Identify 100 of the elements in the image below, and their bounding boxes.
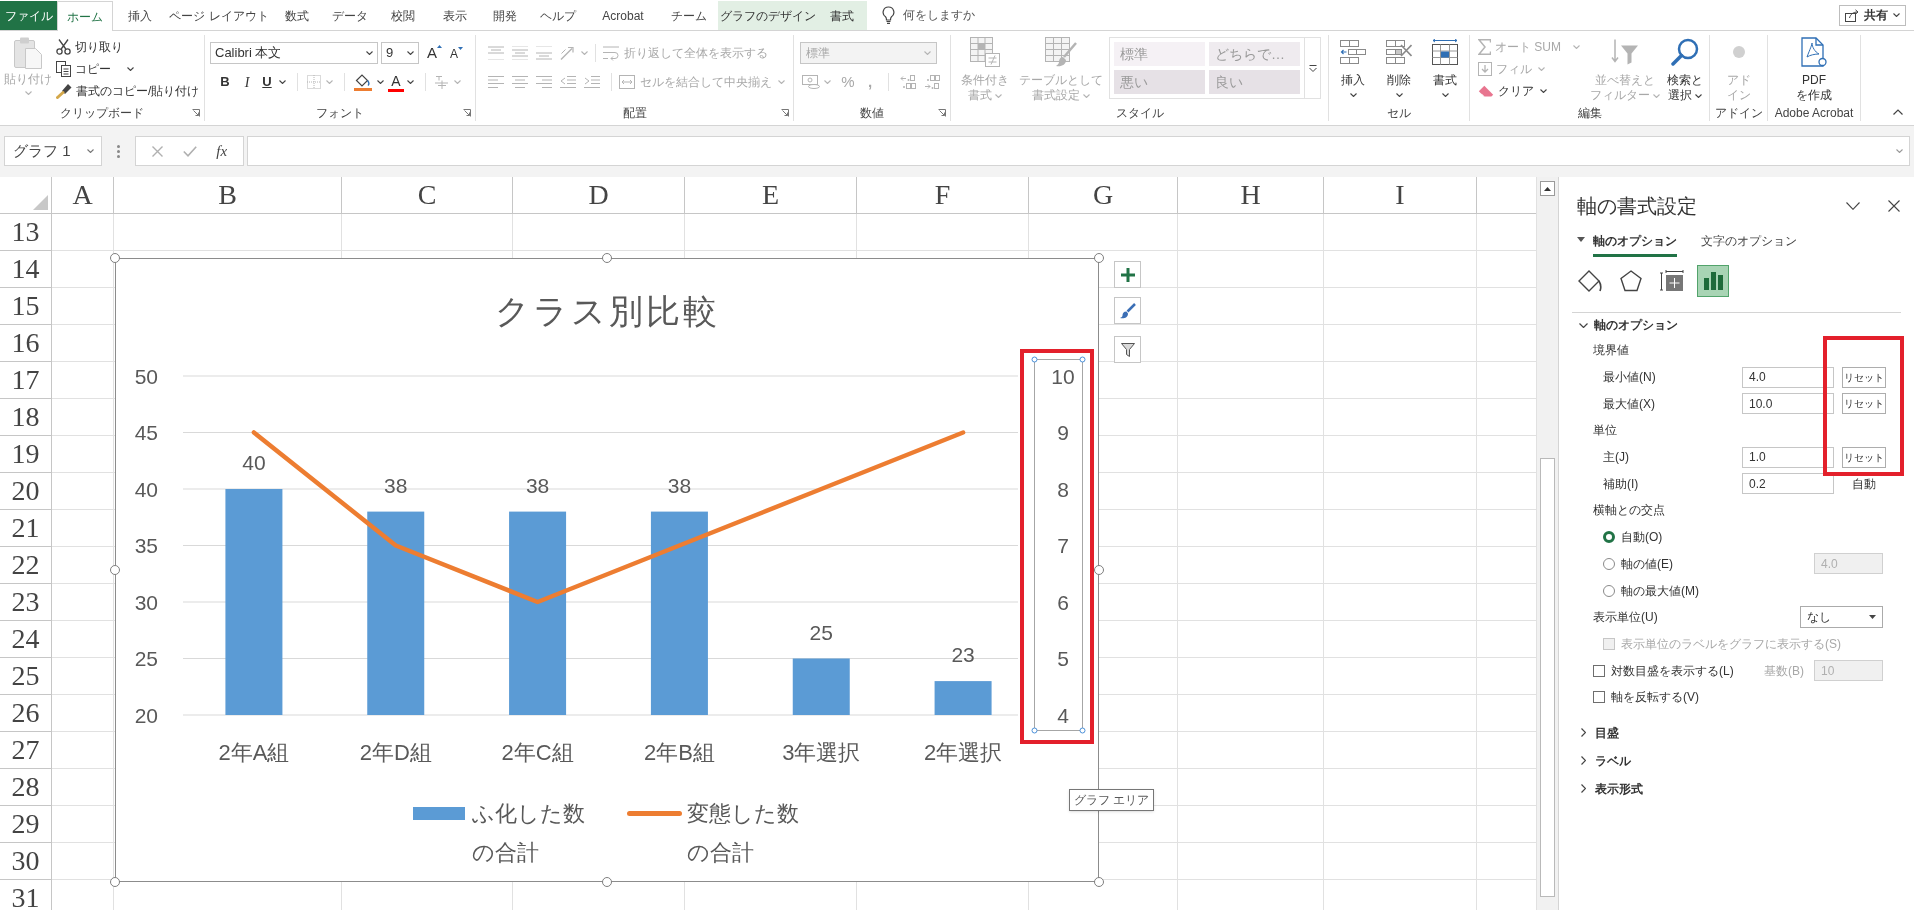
chart-filters-button[interactable] — [1114, 336, 1141, 363]
row-header[interactable]: 24 — [0, 621, 52, 658]
ribbon-tab[interactable]: チーム — [660, 1, 718, 30]
tell-me-box[interactable]: 何をしますか — [882, 6, 975, 24]
number-field[interactable]: 0.2 — [1742, 473, 1834, 495]
dropdown[interactable]: なし — [1800, 606, 1883, 629]
column-header[interactable]: H — [1178, 177, 1324, 214]
format-painter-button[interactable]: 書式のコピー/貼り付け — [54, 80, 202, 102]
column-header[interactable]: F — [857, 177, 1029, 214]
delete-button[interactable]: 削除 — [1377, 35, 1421, 97]
row-header[interactable]: 30 — [0, 843, 52, 880]
radio-option[interactable]: 軸の値(E) — [1603, 554, 1673, 573]
dialog-launcher-icon[interactable] — [463, 108, 471, 117]
bar[interactable] — [509, 511, 567, 715]
column-header[interactable]: B — [114, 177, 342, 214]
checkbox-option[interactable]: 軸を反転する(V) — [1593, 688, 1699, 707]
grow-font-button[interactable]: A — [427, 43, 442, 63]
cut-button[interactable]: 切り取り — [54, 36, 125, 58]
caret-icon[interactable] — [127, 67, 134, 71]
section-header[interactable]: 目盛 — [1559, 718, 1914, 747]
chevron-down-icon[interactable] — [1846, 202, 1860, 210]
row-header[interactable]: 20 — [0, 473, 52, 510]
reset-button[interactable]: リセット — [1842, 366, 1886, 388]
radio-option[interactable]: 軸の最大値(M) — [1603, 581, 1699, 600]
resize-handle[interactable] — [1094, 565, 1104, 575]
underline-button[interactable]: U — [258, 71, 276, 93]
select-all-icon[interactable] — [33, 195, 48, 210]
bar[interactable] — [934, 681, 992, 715]
column-header[interactable]: G — [1029, 177, 1178, 214]
row-header[interactable]: 17 — [0, 362, 52, 399]
ribbon-tab[interactable]: 書式 — [817, 1, 867, 30]
pane-tab[interactable]: 軸のオプション — [1593, 228, 1677, 257]
italic-button[interactable]: I — [236, 71, 258, 93]
ribbon-tab[interactable]: ファイル — [0, 1, 57, 30]
pane-tab[interactable]: 文字のオプション — [1701, 228, 1797, 257]
selection-handle[interactable] — [1031, 356, 1038, 363]
resize-handle[interactable] — [1094, 253, 1104, 263]
selection-handle[interactable] — [1079, 727, 1086, 734]
insert-function-button[interactable]: fx — [216, 139, 228, 163]
scroll-up-button[interactable] — [1540, 181, 1555, 196]
font-name-combo[interactable]: Calibri 本文 — [210, 42, 378, 64]
font-size-combo[interactable]: 9 — [381, 42, 419, 64]
ribbon-tab[interactable]: 表示 — [429, 1, 480, 30]
close-icon[interactable] — [1888, 200, 1900, 212]
ribbon-tab[interactable]: 開発 — [480, 1, 530, 30]
scroll-thumb[interactable] — [1540, 458, 1555, 897]
row-header[interactable]: 15 — [0, 288, 52, 325]
ribbon-tab[interactable]: 校閲 — [376, 1, 429, 30]
vertical-scrollbar[interactable] — [1536, 177, 1558, 910]
create-pdf-button[interactable]: PDF を作成 — [1784, 35, 1844, 103]
bar[interactable] — [792, 658, 850, 715]
chart-elements-button[interactable] — [1114, 261, 1141, 288]
ribbon-tab[interactable]: 挿入 — [113, 1, 167, 30]
column-header[interactable]: A — [52, 177, 114, 214]
ribbon-tab[interactable]: グラフのデザイン — [718, 1, 817, 30]
check-icon[interactable] — [182, 145, 197, 157]
row-header[interactable]: 14 — [0, 251, 52, 288]
row-header[interactable]: 21 — [0, 510, 52, 547]
caret-icon[interactable] — [407, 80, 414, 84]
bar[interactable] — [367, 511, 425, 715]
pane-icon-tab[interactable] — [1697, 265, 1729, 297]
caret-icon[interactable] — [279, 80, 286, 84]
insert-button[interactable]: 挿入 — [1331, 35, 1375, 97]
column-header[interactable]: D — [513, 177, 685, 214]
clear-button[interactable]: クリア — [1476, 80, 1549, 102]
number-field[interactable]: 4.0 — [1742, 366, 1834, 388]
checkbox-option[interactable]: 対数目盛を表示する(L) — [1593, 661, 1734, 680]
section-header[interactable]: 軸のオプション — [1559, 313, 1914, 337]
gallery-more-button[interactable] — [1304, 38, 1320, 98]
ribbon-tab[interactable]: データ — [323, 1, 376, 30]
ribbon-tab[interactable]: 数式 — [271, 1, 323, 30]
resize-handle[interactable] — [602, 877, 612, 887]
row-header[interactable]: 19 — [0, 436, 52, 473]
bar[interactable] — [650, 511, 708, 715]
resize-handle[interactable] — [602, 253, 612, 263]
reset-button[interactable]: リセット — [1842, 393, 1886, 415]
ribbon-tab[interactable]: Acrobat — [586, 1, 660, 30]
row-header[interactable]: 29 — [0, 806, 52, 843]
row-header[interactable]: 23 — [0, 584, 52, 621]
cross-icon[interactable] — [151, 145, 163, 157]
column-header[interactable]: C — [342, 177, 513, 214]
resize-handle[interactable] — [110, 253, 120, 263]
shrink-font-button[interactable]: A — [450, 43, 464, 63]
resize-handle[interactable] — [1094, 877, 1104, 887]
section-header[interactable]: 表示形式 — [1559, 774, 1914, 803]
copy-button[interactable]: コピー — [54, 58, 113, 80]
find-select-button[interactable]: 検索と 選択 — [1662, 35, 1708, 103]
bar[interactable] — [225, 489, 283, 715]
row-header[interactable]: 27 — [0, 732, 52, 769]
triangle-down-icon[interactable] — [1577, 237, 1585, 242]
name-box[interactable]: グラフ 1 — [4, 136, 102, 166]
font-color-button[interactable]: A — [388, 72, 404, 92]
selection-handle[interactable] — [1079, 356, 1086, 363]
dialog-launcher-icon[interactable] — [192, 108, 200, 117]
row-header[interactable]: 25 — [0, 658, 52, 695]
row-header[interactable]: 18 — [0, 399, 52, 436]
row-header[interactable]: 22 — [0, 547, 52, 584]
row-header[interactable]: 26 — [0, 695, 52, 732]
caret-icon[interactable] — [377, 80, 384, 84]
ribbon-tab[interactable]: ホーム — [57, 1, 113, 31]
